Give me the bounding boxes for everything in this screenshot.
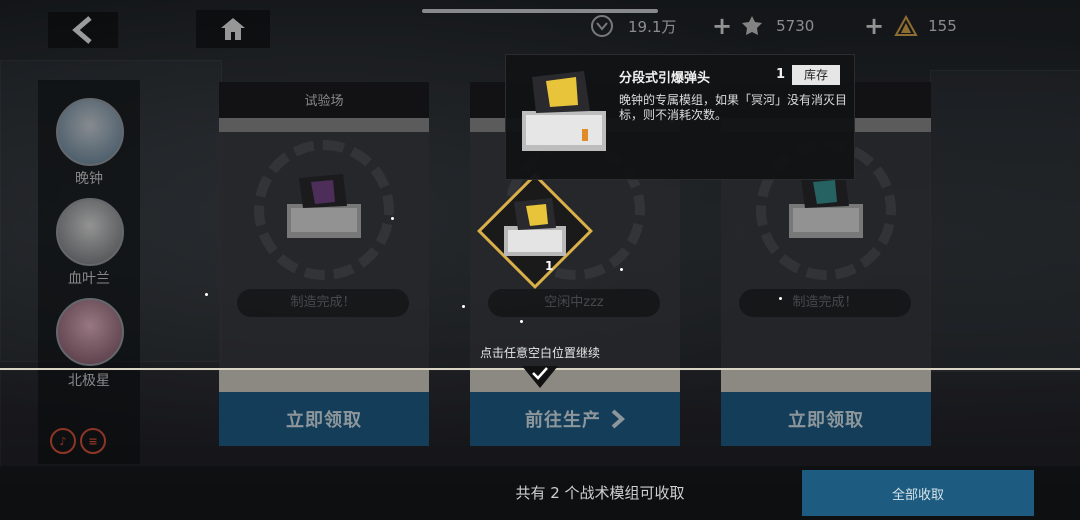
sparkle: [391, 217, 394, 220]
module-case-icon: [522, 71, 606, 151]
continue-hint: 点击任意空白位置继续: [479, 346, 600, 360]
check-icon: [532, 367, 548, 380]
item-description: 晚钟的专属模组，如果「冥河」没有消灭目标，则不消耗次数。: [619, 93, 848, 122]
sparkle: [205, 293, 208, 296]
item-stock-count: 1: [776, 67, 786, 82]
item-tooltip: 分段式引爆弹头 1 库存 晚钟的专属模组，如果「冥河」没有消灭目标，则不消耗次数…: [505, 54, 855, 180]
collectable-summary: 共有 2 个战术模组可收取: [515, 484, 685, 502]
module-case-icon: [504, 198, 566, 256]
sparkle: [462, 305, 465, 308]
collect-all-button[interactable]: 全部收取: [802, 470, 1034, 516]
sparkle: [779, 297, 782, 300]
stock-badge: 库存: [792, 65, 840, 85]
module-count: 1: [545, 259, 554, 273]
sparkle: [520, 320, 523, 323]
item-name: 分段式引爆弹头: [619, 71, 711, 86]
sparkle: [620, 268, 623, 271]
